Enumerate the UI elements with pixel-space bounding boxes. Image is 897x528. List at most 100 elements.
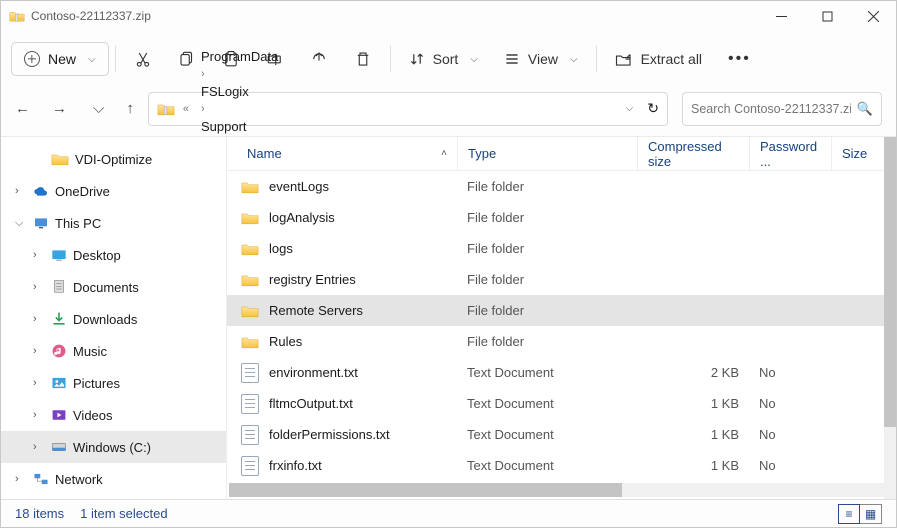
sidebar-item[interactable]: ›Network [1,463,226,495]
new-button[interactable]: New ⌵ [11,42,109,76]
column-type[interactable]: Type [457,137,637,170]
minimize-button[interactable] [758,1,804,31]
table-row[interactable]: Remote ServersFile folder [227,295,896,326]
file-pwd: No [749,427,831,442]
file-type: Text Document [457,458,637,473]
file-name: registry Entries [269,272,356,287]
sidebar-item[interactable]: VDI-Optimize [1,143,226,175]
vertical-scrollbar[interactable] [884,137,896,499]
expand-icon: › [33,345,45,357]
thumbnails-view-button[interactable]: ▦ [860,504,882,524]
search-input[interactable] [691,102,851,116]
table-row[interactable]: fltmcOutput.txtText Document1 KBNo [227,388,896,419]
expand-icon: › [33,249,45,261]
new-label: New [48,51,76,67]
column-name[interactable]: Name˄ [227,137,457,170]
column-headers: Name˄ Type Compressed size Password ... … [227,137,896,171]
cut-button[interactable] [122,41,164,77]
expand-icon: › [33,409,45,421]
sort-asc-icon: ˄ [441,148,447,159]
breadcrumb-box[interactable]: « ProgramData›FSLogix›Support›Contoso-22… [148,92,668,126]
folder-icon [241,211,259,225]
table-row[interactable]: eventLogsFile folder [227,171,896,202]
table-row[interactable]: frxinfo.txtText Document1 KBNo [227,450,896,481]
refresh-button[interactable]: ↻ [647,100,659,117]
sidebar-item[interactable]: › Desktop [1,239,226,271]
view-label: View [528,51,558,67]
sidebar-item-label: Music [73,344,107,359]
table-row[interactable]: logAnalysisFile folder [227,202,896,233]
sort-button[interactable]: Sort ⌵ [397,41,490,77]
folder-icon [241,180,259,194]
breadcrumb-segment[interactable]: Support [197,117,335,136]
breadcrumb-segment[interactable]: ProgramData [197,47,335,66]
close-button[interactable] [850,1,896,31]
expand-icon: › [33,281,45,293]
file-type: File folder [457,303,637,318]
back-button[interactable]: ← [15,100,30,117]
sidebar-item-label: Downloads [73,312,137,327]
file-csize: 1 KB [637,427,749,442]
expand-icon: ⌵ [15,217,27,230]
sidebar-item-label: Documents [73,280,139,295]
sidebar-item-label: OneDrive [55,184,110,199]
navigation-pane: VDI-Optimize›OneDrive⌵This PC›Desktop›Do… [1,137,227,499]
forward-button[interactable]: → [52,100,67,117]
table-row[interactable]: RulesFile folder [227,326,896,357]
file-csize: 2 KB [637,365,749,380]
column-password[interactable]: Password ... [749,137,831,170]
table-row[interactable]: folderPermissions.txtText Document1 KBNo [227,419,896,450]
more-button[interactable]: ••• [716,41,763,77]
file-icon [241,425,259,445]
status-selected: 1 item selected [80,506,167,521]
toolbar: New ⌵ Sort ⌵ View ⌵ Extract all ••• [1,31,896,87]
details-view-button[interactable]: ≡ [838,504,860,524]
view-icon [504,51,520,67]
sidebar-item[interactable]: ›OneDrive [1,175,226,207]
sidebar-item-label: VDI-Optimize [75,152,152,167]
sidebar-item-label: Pictures [73,376,120,391]
folder-icon [241,304,259,318]
search-icon: 🔍 [857,101,873,117]
file-csize: 1 KB [637,396,749,411]
sidebar-item[interactable]: ›Videos [1,399,226,431]
sidebar-item[interactable]: ›Windows (C:) [1,431,226,463]
sidebar-item-label: Desktop [73,248,121,263]
sidebar-item[interactable]: › Music [1,335,226,367]
chevron-down-icon: ⌵ [570,54,578,65]
extract-icon [615,50,633,68]
window-title: Contoso-22112337.zip [31,9,151,23]
folder-icon [241,242,259,256]
view-button[interactable]: View ⌵ [492,41,590,77]
delete-button[interactable] [342,41,384,77]
history-dropdown[interactable]: ⌵ [626,103,634,114]
file-name: folderPermissions.txt [269,427,390,442]
sidebar-item[interactable]: ⌵ This PC [1,207,226,239]
sidebar-item-label: Windows (C:) [73,440,151,455]
extract-all-button[interactable]: Extract all [603,41,714,77]
column-compressed-size[interactable]: Compressed size [637,137,749,170]
file-icon [241,394,259,414]
maximize-button[interactable] [804,1,850,31]
breadcrumb-segment[interactable]: FSLogix [197,82,335,101]
search-box[interactable]: 🔍 [682,92,882,126]
file-name: logAnalysis [269,210,335,225]
title-bar: Contoso-22112337.zip [1,1,896,31]
sidebar-item[interactable]: › Documents [1,271,226,303]
sidebar-item[interactable]: ›Pictures [1,367,226,399]
sidebar-item-label: This PC [55,216,101,231]
file-type: Text Document [457,396,637,411]
file-icon [241,456,259,476]
table-row[interactable]: environment.txtText Document2 KBNo [227,357,896,388]
sidebar-item[interactable]: › Downloads [1,303,226,335]
table-row[interactable]: registry Entries File folder [227,264,896,295]
up-button[interactable]: ↑ [126,100,134,117]
expand-icon: › [33,313,45,325]
table-row[interactable]: logsFile folder [227,233,896,264]
recent-locations-button[interactable]: ⌵ [93,100,104,117]
horizontal-scrollbar[interactable] [229,483,884,497]
file-type: File folder [457,272,637,287]
file-pwd: No [749,396,831,411]
file-type: File folder [457,179,637,194]
file-type: File folder [457,241,637,256]
